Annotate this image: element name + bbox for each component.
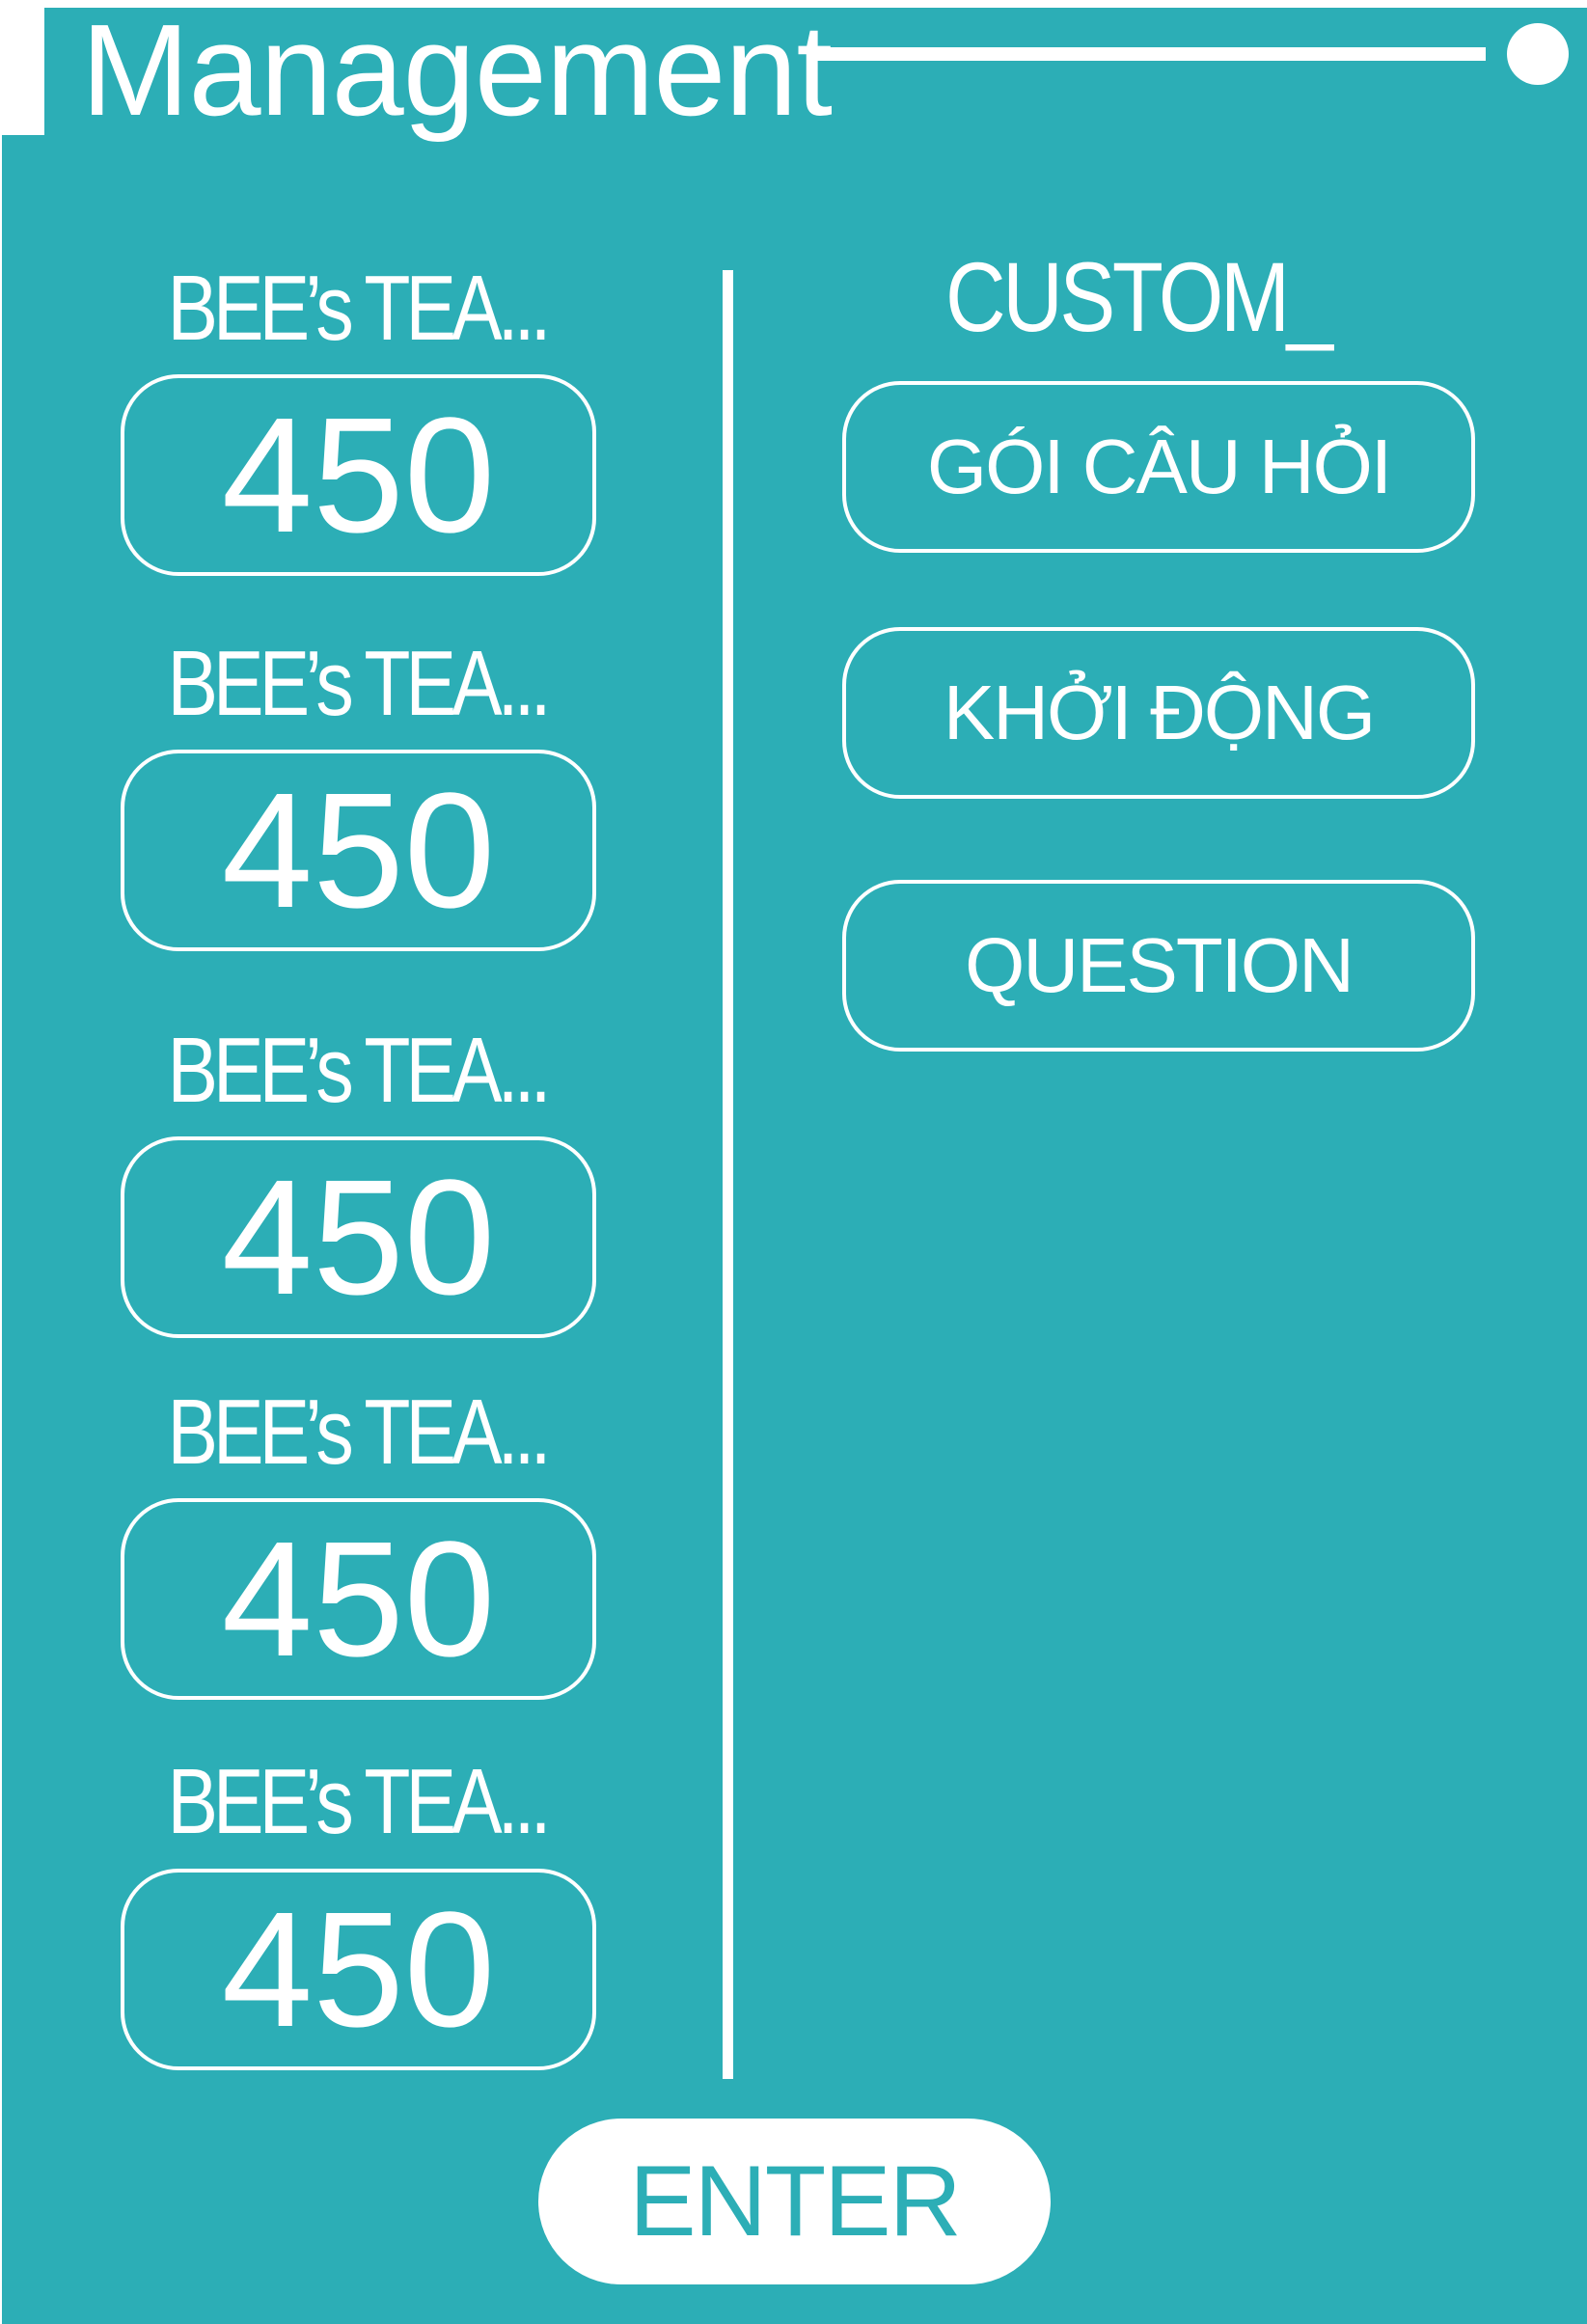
item-label: BEE’s TEA...: [167, 1381, 551, 1484]
window-title: Management: [81, 0, 833, 143]
management-window: Management BEE’s TEA... 450 BEE’s TEA...…: [0, 0, 1587, 2324]
warm-up-button[interactable]: KHỞI ĐỘNG: [842, 627, 1475, 799]
item-value-field[interactable]: 450: [121, 1498, 596, 1700]
item-label: BEE’s TEA...: [167, 1750, 551, 1853]
custom-section-title: CUSTOM_: [945, 242, 1333, 352]
item-value-field[interactable]: 450: [121, 1869, 596, 2070]
enter-button[interactable]: ENTER: [538, 2119, 1051, 2284]
item-value-field[interactable]: 450: [121, 374, 596, 576]
item-value-field[interactable]: 450: [121, 1136, 596, 1338]
item-label: BEE’s TEA...: [167, 1019, 551, 1122]
window-dot-button[interactable]: [1507, 23, 1569, 85]
column-divider: [723, 270, 733, 2079]
item-label: BEE’s TEA...: [167, 632, 551, 735]
title-bar-line: [815, 47, 1486, 61]
question-button[interactable]: QUESTION: [842, 880, 1475, 1052]
item-value-field[interactable]: 450: [121, 750, 596, 951]
question-pack-button[interactable]: GÓI CÂU HỎI: [842, 381, 1475, 553]
item-label: BEE’s TEA...: [167, 257, 551, 360]
